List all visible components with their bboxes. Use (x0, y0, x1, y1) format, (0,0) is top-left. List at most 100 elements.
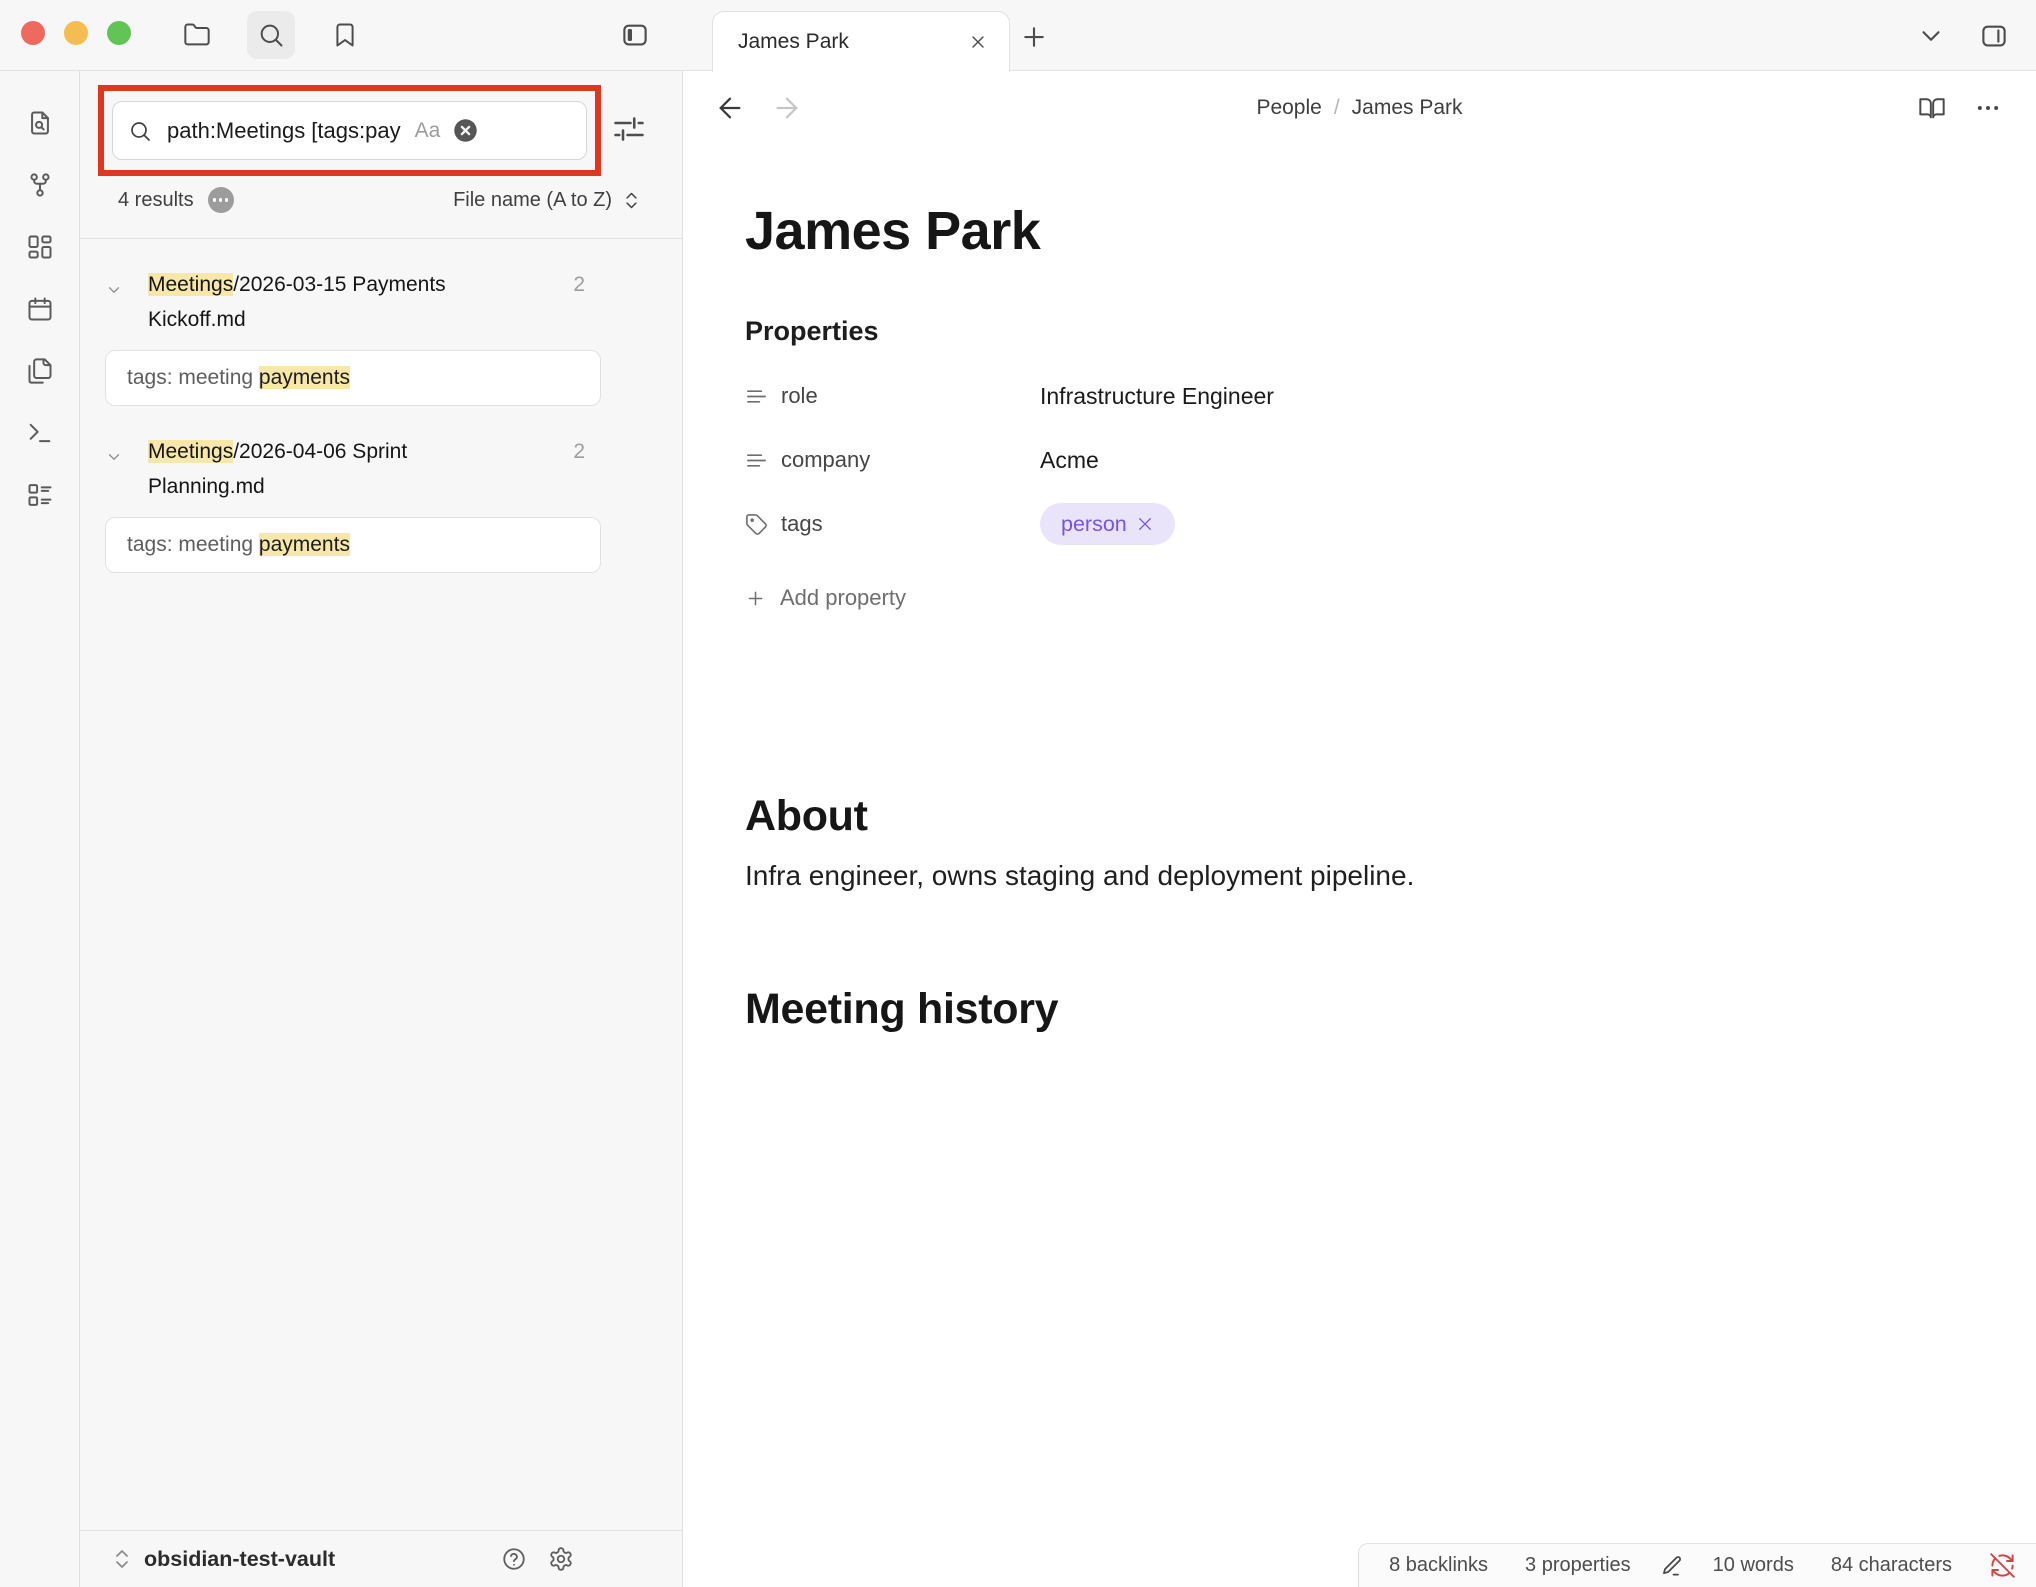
tab-james-park[interactable]: James Park (712, 11, 1010, 72)
minimize-window-button[interactable] (64, 21, 88, 45)
note-editor[interactable]: James Park Properties role Infrastructur… (683, 145, 2036, 1587)
add-property-button[interactable]: Add property (745, 566, 2036, 630)
more-options-button[interactable] (1974, 94, 2002, 122)
search-result-group: Meetings/2026-04-06 Sprint Planning.md 2… (105, 434, 601, 573)
help-button[interactable] (501, 1546, 527, 1572)
chevrons-up-down-icon (621, 190, 642, 211)
plus-icon (1019, 22, 1049, 52)
chevron-down-icon (105, 281, 123, 299)
terminal-ribbon-button[interactable] (26, 419, 54, 447)
sort-order-control[interactable]: File name (A to Z) (453, 189, 642, 212)
result-file-title[interactable]: Meetings/2026-03-15 Payments Kickoff.md … (105, 267, 601, 337)
search-results-list: Meetings/2026-03-15 Payments Kickoff.md … (105, 239, 601, 573)
tag-icon (745, 513, 768, 536)
property-key[interactable]: company (745, 447, 1040, 473)
text-property-icon (745, 385, 768, 408)
toggle-right-sidebar-button[interactable] (1979, 21, 2009, 51)
chevrons-up-down-icon (110, 1547, 134, 1571)
breadcrumb-parent[interactable]: People (1256, 96, 1321, 120)
file-search-ribbon-button[interactable] (26, 109, 54, 137)
panel-left-icon (620, 20, 650, 50)
tab-list-button[interactable] (1916, 21, 1946, 51)
window-toolbar (0, 0, 683, 71)
remove-tag-icon[interactable] (1136, 515, 1154, 533)
text-property-icon (745, 449, 768, 472)
bookmarks-button[interactable] (321, 11, 369, 59)
result-file-path: Meetings/2026-03-15 Payments Kickoff.md (148, 267, 508, 337)
templates-ribbon-button[interactable] (26, 357, 54, 385)
layout-list-icon (26, 481, 54, 509)
daily-note-ribbon-button[interactable] (26, 295, 54, 323)
pencil-icon (1660, 1554, 1684, 1578)
breadcrumb-current[interactable]: James Park (1352, 96, 1463, 120)
layout-list-ribbon-button[interactable] (26, 481, 54, 509)
search-tab-button[interactable] (247, 11, 295, 59)
canvas-ribbon-button[interactable] (26, 233, 54, 261)
search-icon (257, 21, 285, 49)
properties-count[interactable]: 3 properties (1525, 1554, 1631, 1577)
search-input[interactable]: path:Meetings [tags:pay Aa (112, 101, 587, 160)
backlinks-count[interactable]: 8 backlinks (1389, 1554, 1488, 1577)
zoom-window-button[interactable] (107, 21, 131, 45)
match-case-toggle[interactable]: Aa (415, 119, 441, 143)
panel-right-icon (1979, 21, 2009, 51)
main-pane: James Park People / (683, 0, 2036, 1587)
result-match-snippet[interactable]: tags: meeting payments (105, 350, 601, 406)
files-explorer-button[interactable] (173, 11, 221, 59)
property-value[interactable]: Infrastructure Engineer (1040, 383, 1274, 410)
vault-footer: obsidian-test-vault (80, 1530, 682, 1587)
results-count: 4 results (118, 189, 194, 212)
chevron-down-icon (1916, 21, 1946, 51)
files-icon (26, 357, 54, 385)
result-match-snippet[interactable]: tags: meeting payments (105, 517, 601, 573)
close-tab-button[interactable] (963, 27, 993, 57)
collapse-result-icon[interactable] (105, 434, 131, 466)
result-file-title[interactable]: Meetings/2026-04-06 Sprint Planning.md 2 (105, 434, 601, 504)
sync-error-icon[interactable] (1989, 1552, 2016, 1579)
word-count[interactable]: 10 words (1713, 1554, 1794, 1577)
calendar-icon (26, 295, 54, 323)
result-match-count: 2 (573, 434, 601, 469)
property-row-tags: tags person (745, 492, 2036, 556)
help-circle-icon (501, 1546, 527, 1572)
terminal-icon (26, 419, 54, 447)
close-window-button[interactable] (21, 21, 45, 45)
dashboard-icon (26, 233, 54, 261)
note-title: James Park (745, 202, 2036, 261)
sort-order-label: File name (A to Z) (453, 189, 612, 212)
search-query-text: path:Meetings [tags:pay (167, 118, 401, 144)
settings-button[interactable] (548, 1546, 574, 1572)
toggle-left-sidebar-button[interactable] (611, 11, 659, 59)
clear-search-button[interactable] (452, 117, 479, 144)
close-icon (968, 32, 988, 52)
graph-view-ribbon-button[interactable] (26, 171, 54, 199)
folder-icon (183, 21, 211, 49)
vault-switcher-button[interactable] (110, 1547, 134, 1571)
about-text: Infra engineer, owns staging and deploym… (745, 857, 2036, 895)
collapse-result-icon[interactable] (105, 267, 131, 299)
results-more-badge[interactable] (208, 187, 234, 213)
edit-mode-icon[interactable] (1660, 1554, 1684, 1578)
property-key[interactable]: role (745, 383, 1040, 409)
result-file-path: Meetings/2026-04-06 Sprint Planning.md (148, 434, 508, 504)
x-circle-icon (452, 117, 479, 144)
search-icon (128, 119, 152, 143)
property-row-company: company Acme (745, 428, 2036, 492)
search-settings-button[interactable] (611, 111, 647, 147)
properties-heading: Properties (745, 316, 2036, 347)
plus-icon (745, 588, 766, 609)
reading-view-button[interactable] (1918, 94, 1946, 122)
property-value[interactable]: Acme (1040, 447, 1099, 474)
tag-pill-person[interactable]: person (1040, 503, 1175, 545)
gear-icon (548, 1546, 574, 1572)
file-search-icon (26, 109, 54, 137)
character-count[interactable]: 84 characters (1831, 1554, 1952, 1577)
property-row-role: role Infrastructure Engineer (745, 364, 2036, 428)
new-tab-button[interactable] (1019, 22, 1049, 52)
view-header: People / James Park (683, 71, 2036, 145)
vault-name[interactable]: obsidian-test-vault (144, 1547, 335, 1572)
property-key[interactable]: tags (745, 511, 1040, 537)
annotation-highlight-box: path:Meetings [tags:pay Aa (98, 85, 601, 176)
chevron-down-icon (105, 448, 123, 466)
traffic-lights (21, 21, 131, 45)
